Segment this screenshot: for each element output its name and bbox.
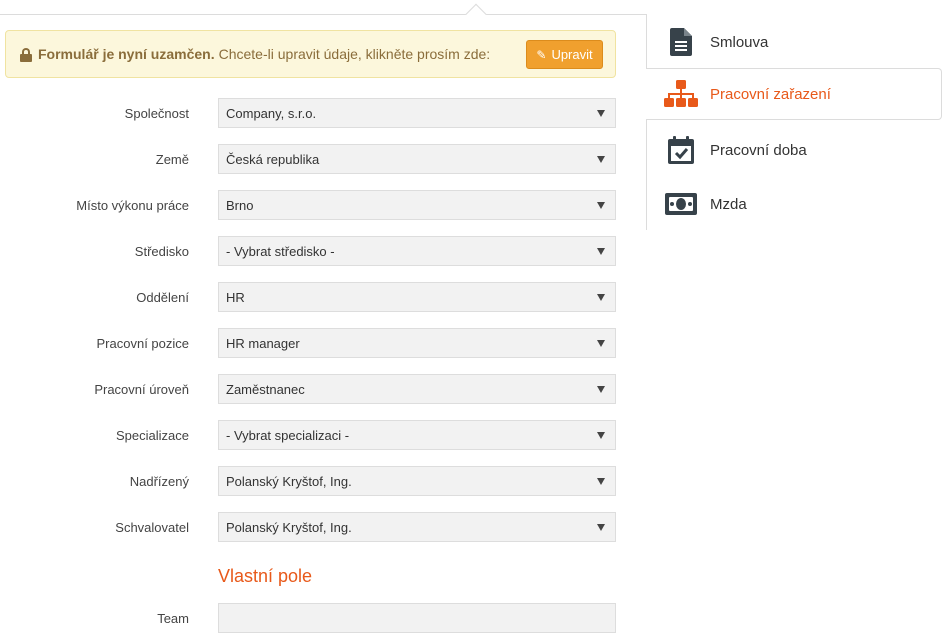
field-label: Země [155,152,189,167]
alert-text: Chcete-li upravit údaje, klikněte prosím… [218,46,491,62]
nav-item-job-assignment[interactable]: Pracovní zařazení [646,68,942,120]
caret-down-icon [597,156,605,163]
caret-down-icon [597,110,605,117]
select-value: Company, s.r.o. [226,105,317,121]
caret-down-icon [597,386,605,393]
custom-fields-title: Vlastní pole [218,566,313,586]
form-row-company: Společnost Company, s.r.o. [0,98,616,128]
field-label: Středisko [134,244,189,259]
select-value: Zaměstnanec [226,381,305,397]
select-value: HR manager [226,335,300,351]
field-label: Specializace [116,428,189,443]
nav-item-label: Pracovní zařazení [710,85,831,103]
form-row-level: Pracovní úroveň Zaměstnanec [0,374,616,404]
caret-down-icon [597,432,605,439]
form-row-position: Pracovní pozice HR manager [0,328,616,358]
top-divider [0,14,646,15]
caret-down-icon [597,202,605,209]
team-input[interactable] [218,603,616,633]
caret-down-icon [597,294,605,301]
select-value: Česká republika [226,151,320,167]
caret-down-icon [597,478,605,485]
form-row-approver: Schvalovatel Polanský Kryštof, Ing. [0,512,616,542]
nav-item-label: Smlouva [710,33,769,51]
approver-select[interactable]: Polanský Kryštof, Ing. [218,512,616,542]
field-label: Místo výkonu práce [76,198,189,213]
form-row-workplace: Místo výkonu práce Brno [0,190,616,220]
nav-item-working-hours[interactable]: Pracovní doba [646,124,942,176]
workplace-select[interactable]: Brno [218,190,616,220]
select-value: - Vybrat specializaci - [226,427,350,443]
field-label: Společnost [124,106,189,121]
caret-down-icon [597,524,605,531]
company-select[interactable]: Company, s.r.o. [218,98,616,128]
org-chart-icon [664,77,698,111]
select-value: - Vybrat středisko - [226,243,335,259]
caret-down-icon [597,248,605,255]
field-label: Team [157,611,189,626]
nav-item-contract[interactable]: Smlouva [646,16,942,68]
field-label: Pracovní úroveň [94,382,189,397]
document-icon [664,25,698,59]
divider-pointer [465,3,487,15]
lock-icon [20,48,32,62]
form-row-specialization: Specializace - Vybrat specializaci - [0,420,616,450]
calendar-check-icon [664,133,698,167]
nav-item-label: Pracovní doba [710,141,807,159]
form-row-country: Země Česká republika [0,144,616,174]
nav-item-label: Mzda [710,195,747,213]
locked-form-alert: Formulář je nyní uzamčen. Chcete-li upra… [5,30,616,78]
department-select[interactable]: HR [218,282,616,312]
form-row-supervisor: Nadřízený Polanský Kryštof, Ing. [0,466,616,496]
supervisor-select[interactable]: Polanský Kryštof, Ing. [218,466,616,496]
field-label: Nadřízený [129,474,189,489]
position-select[interactable]: HR manager [218,328,616,358]
edit-button[interactable]: ✎ Upravit [526,40,603,69]
caret-down-icon [597,340,605,347]
select-value: Polanský Kryštof, Ing. [226,473,352,489]
form-row-team: Team [0,603,616,633]
level-select[interactable]: Zaměstnanec [218,374,616,404]
field-label: Oddělení [136,290,189,305]
select-value: Brno [226,197,254,213]
form-row-cost-center: Středisko - Vybrat středisko - [0,236,616,266]
nav-item-salary[interactable]: Mzda [646,178,942,230]
specialization-select[interactable]: - Vybrat specializaci - [218,420,616,450]
cost-center-select[interactable]: - Vybrat středisko - [218,236,616,266]
pencil-icon: ✎ [536,47,547,62]
money-icon [664,187,698,221]
country-select[interactable]: Česká republika [218,144,616,174]
field-label: Schvalovatel [115,520,189,535]
form-row-department: Oddělení HR [0,282,616,312]
select-value: Polanský Kryštof, Ing. [226,519,352,535]
field-label: Pracovní pozice [96,336,190,351]
select-value: HR [226,289,245,305]
edit-button-label: Upravit [551,47,593,62]
alert-bold-text: Formulář je nyní uzamčen. [38,46,215,62]
